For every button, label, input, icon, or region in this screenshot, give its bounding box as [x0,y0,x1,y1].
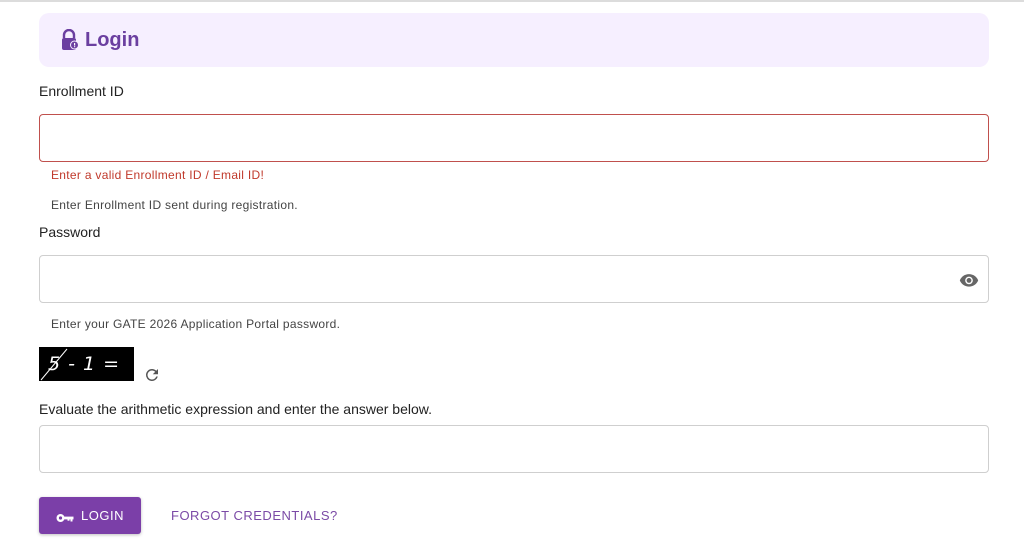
login-header: Login [39,13,989,67]
forgot-credentials-link[interactable]: FORGOT CREDENTIALS? [171,508,338,523]
login-button[interactable]: LOGIN [39,497,141,534]
enrollment-id-error: Enter a valid Enrollment ID / Email ID! [51,168,265,182]
enrollment-id-helper: Enter Enrollment ID sent during registra… [51,198,298,212]
password-field[interactable] [39,255,989,303]
key-icon [56,511,74,522]
eye-icon[interactable] [959,270,979,290]
captcha-instruction: Evaluate the arithmetic expression and e… [39,401,433,417]
captcha-noise-line [40,348,68,381]
password-label: Password [39,224,101,240]
lock-icon [60,28,80,51]
page-title: Login [85,28,140,51]
password-input[interactable] [40,256,988,302]
captcha-image: 5 - 1 = [39,347,134,381]
top-divider [0,0,1024,2]
password-helper: Enter your GATE 2026 Application Portal … [51,317,341,331]
login-button-label: LOGIN [81,508,124,523]
enrollment-id-label: Enrollment ID [39,83,124,99]
refresh-icon[interactable] [143,366,161,384]
captcha-answer-field[interactable] [39,425,989,473]
captcha-answer-input[interactable] [40,426,988,472]
enrollment-id-input[interactable] [40,115,988,161]
enrollment-id-field[interactable] [39,114,989,162]
